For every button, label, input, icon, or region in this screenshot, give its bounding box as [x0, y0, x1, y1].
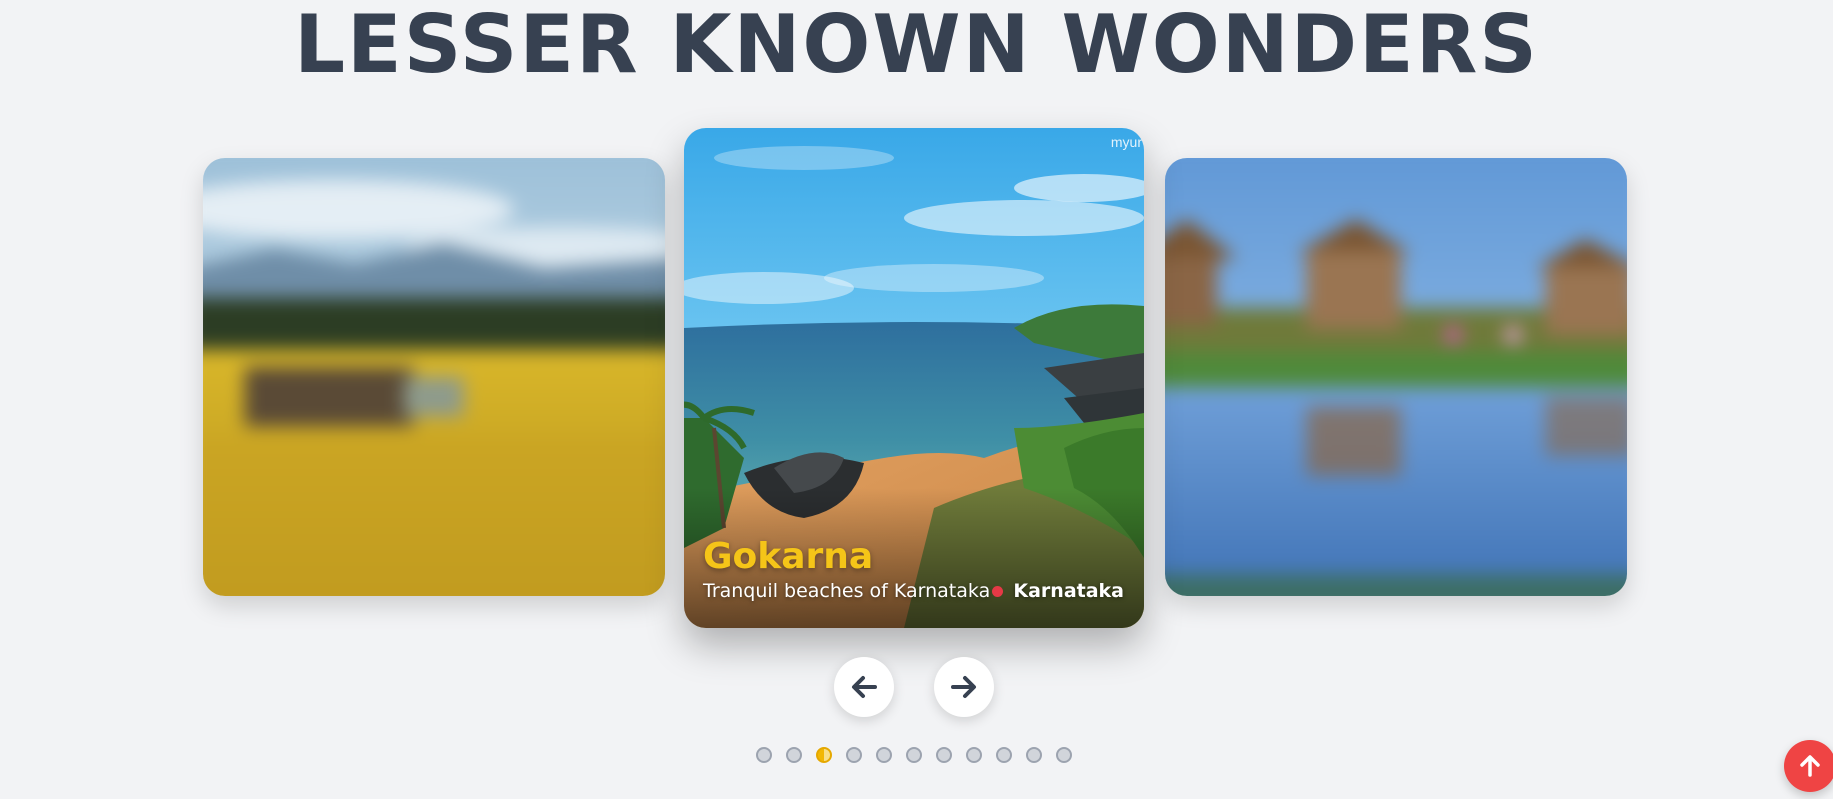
- carousel-card-active[interactable]: myur Gokarna Tranquil beaches of Karnata…: [684, 128, 1144, 628]
- carousel-pagination: [756, 747, 1072, 763]
- carousel-card-previous[interactable]: [203, 158, 665, 596]
- carousel-card-next[interactable]: [1165, 158, 1627, 596]
- huts-pond-image: [1165, 158, 1627, 596]
- pagination-dot[interactable]: [846, 747, 862, 763]
- pagination-dot[interactable]: [786, 747, 802, 763]
- pagination-dot[interactable]: [936, 747, 952, 763]
- previous-slide-button[interactable]: [834, 657, 894, 717]
- pagination-dot[interactable]: [966, 747, 982, 763]
- place-name: Gokarna: [703, 536, 874, 577]
- arrow-left-icon: [852, 676, 877, 698]
- region-label: Karnataka: [992, 580, 1124, 602]
- next-slide-button[interactable]: [934, 657, 994, 717]
- pagination-dot[interactable]: [1026, 747, 1042, 763]
- scroll-to-top-button[interactable]: [1784, 740, 1833, 792]
- rice-field-image: [203, 158, 665, 596]
- arrow-up-icon: [1800, 755, 1820, 777]
- photo-watermark: myur: [1110, 134, 1142, 150]
- pagination-dot[interactable]: [996, 747, 1012, 763]
- location-dot-icon: [992, 585, 1004, 597]
- pagination-dot[interactable]: [906, 747, 922, 763]
- pagination-dot[interactable]: [876, 747, 892, 763]
- place-tagline: Tranquil beaches of Karnataka: [703, 580, 991, 602]
- region-name: Karnataka: [1013, 580, 1124, 602]
- page-title: LESSER KNOWN WONDERS: [294, 0, 1539, 91]
- pagination-dot-active[interactable]: [816, 747, 832, 763]
- arrow-right-icon: [951, 676, 976, 698]
- pagination-dot[interactable]: [1056, 747, 1072, 763]
- pagination-dot[interactable]: [756, 747, 772, 763]
